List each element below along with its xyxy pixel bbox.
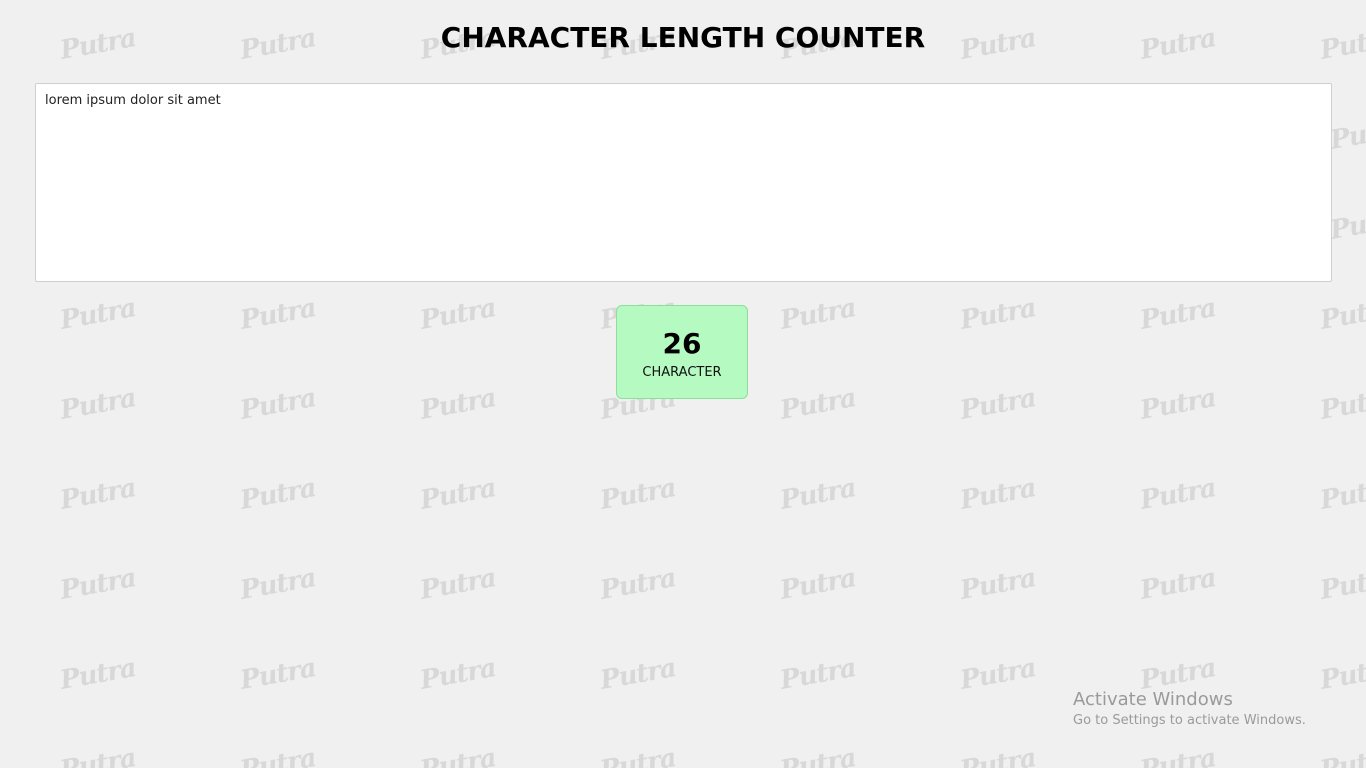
watermark-text: Putra [957, 743, 1038, 768]
watermark-text: Putra [237, 383, 318, 426]
watermark-text: Putra [57, 743, 138, 768]
watermark-text: Putra [1327, 203, 1366, 246]
watermark-text: Putra [237, 743, 318, 768]
page: Putra Putra Putra Putra Putra Putra Putra Putra… [0, 0, 1366, 768]
character-count-label: CHARACTER [642, 365, 722, 380]
watermark-text: Putra [1137, 743, 1218, 768]
watermark-text: Putra [957, 383, 1038, 426]
watermark-text: Putra [237, 653, 318, 696]
watermark-text: Putra [1327, 113, 1366, 156]
watermark-text: Putra [777, 743, 858, 768]
page-title: CHARACTER LENGTH COUNTER [440, 21, 926, 54]
watermark-text: Putra [597, 473, 678, 516]
watermark-text: Putra [417, 473, 498, 516]
watermark-text: Putra [237, 293, 318, 336]
character-count-badge: 26 CHARACTER [616, 305, 748, 399]
activate-windows-title: Activate Windows [1073, 689, 1233, 710]
watermark-text: Putra [57, 383, 138, 426]
watermark-text: Putra [417, 383, 498, 426]
watermark-text: Putra [957, 653, 1038, 696]
watermark-text: Putra [1317, 743, 1366, 768]
character-count-value: 26 [662, 327, 702, 360]
watermark-text: Putra [417, 743, 498, 768]
watermark-text: Putra [777, 293, 858, 336]
watermark-text: Putra [417, 293, 498, 336]
watermark-text: Putra [57, 563, 138, 606]
watermark-text: Putra [1137, 293, 1218, 336]
watermark-text: Putra [57, 473, 138, 516]
watermark-text: Putra [1317, 563, 1366, 606]
watermark-text: Putra [777, 563, 858, 606]
watermark-text: Putra [57, 293, 138, 336]
watermark-text: Putra [777, 383, 858, 426]
watermark-text: Putra [957, 293, 1038, 336]
watermark-text: Putra [957, 563, 1038, 606]
watermark-text: Putra [417, 653, 498, 696]
watermark-text: Putra [237, 473, 318, 516]
watermark-text: Putra [1317, 293, 1366, 336]
watermark-text: Putra [1137, 473, 1218, 516]
watermark-text: Putra [597, 743, 678, 768]
watermark-text: Putra [1137, 383, 1218, 426]
watermark-text: Putra [1317, 383, 1366, 426]
watermark-text: Putra [417, 563, 498, 606]
watermark-text: Putra [57, 653, 138, 696]
watermark-text: Putra [1317, 473, 1366, 516]
watermark-text: Putra [597, 563, 678, 606]
watermark-text: Putra [1317, 653, 1366, 696]
watermark-text: Putra [777, 473, 858, 516]
watermark-text: Putra [597, 653, 678, 696]
watermark-text: Putra [957, 473, 1038, 516]
activate-windows-overlay: Activate Windows Go to Settings to activ… [1073, 689, 1306, 730]
watermark-text: Putra [777, 653, 858, 696]
watermark-text: Putra [1137, 563, 1218, 606]
text-input-area[interactable]: lorem ipsum dolor sit amet [35, 83, 1332, 282]
activate-windows-subtitle: Go to Settings to activate Windows. [1073, 713, 1306, 728]
watermark-text: Putra [237, 563, 318, 606]
